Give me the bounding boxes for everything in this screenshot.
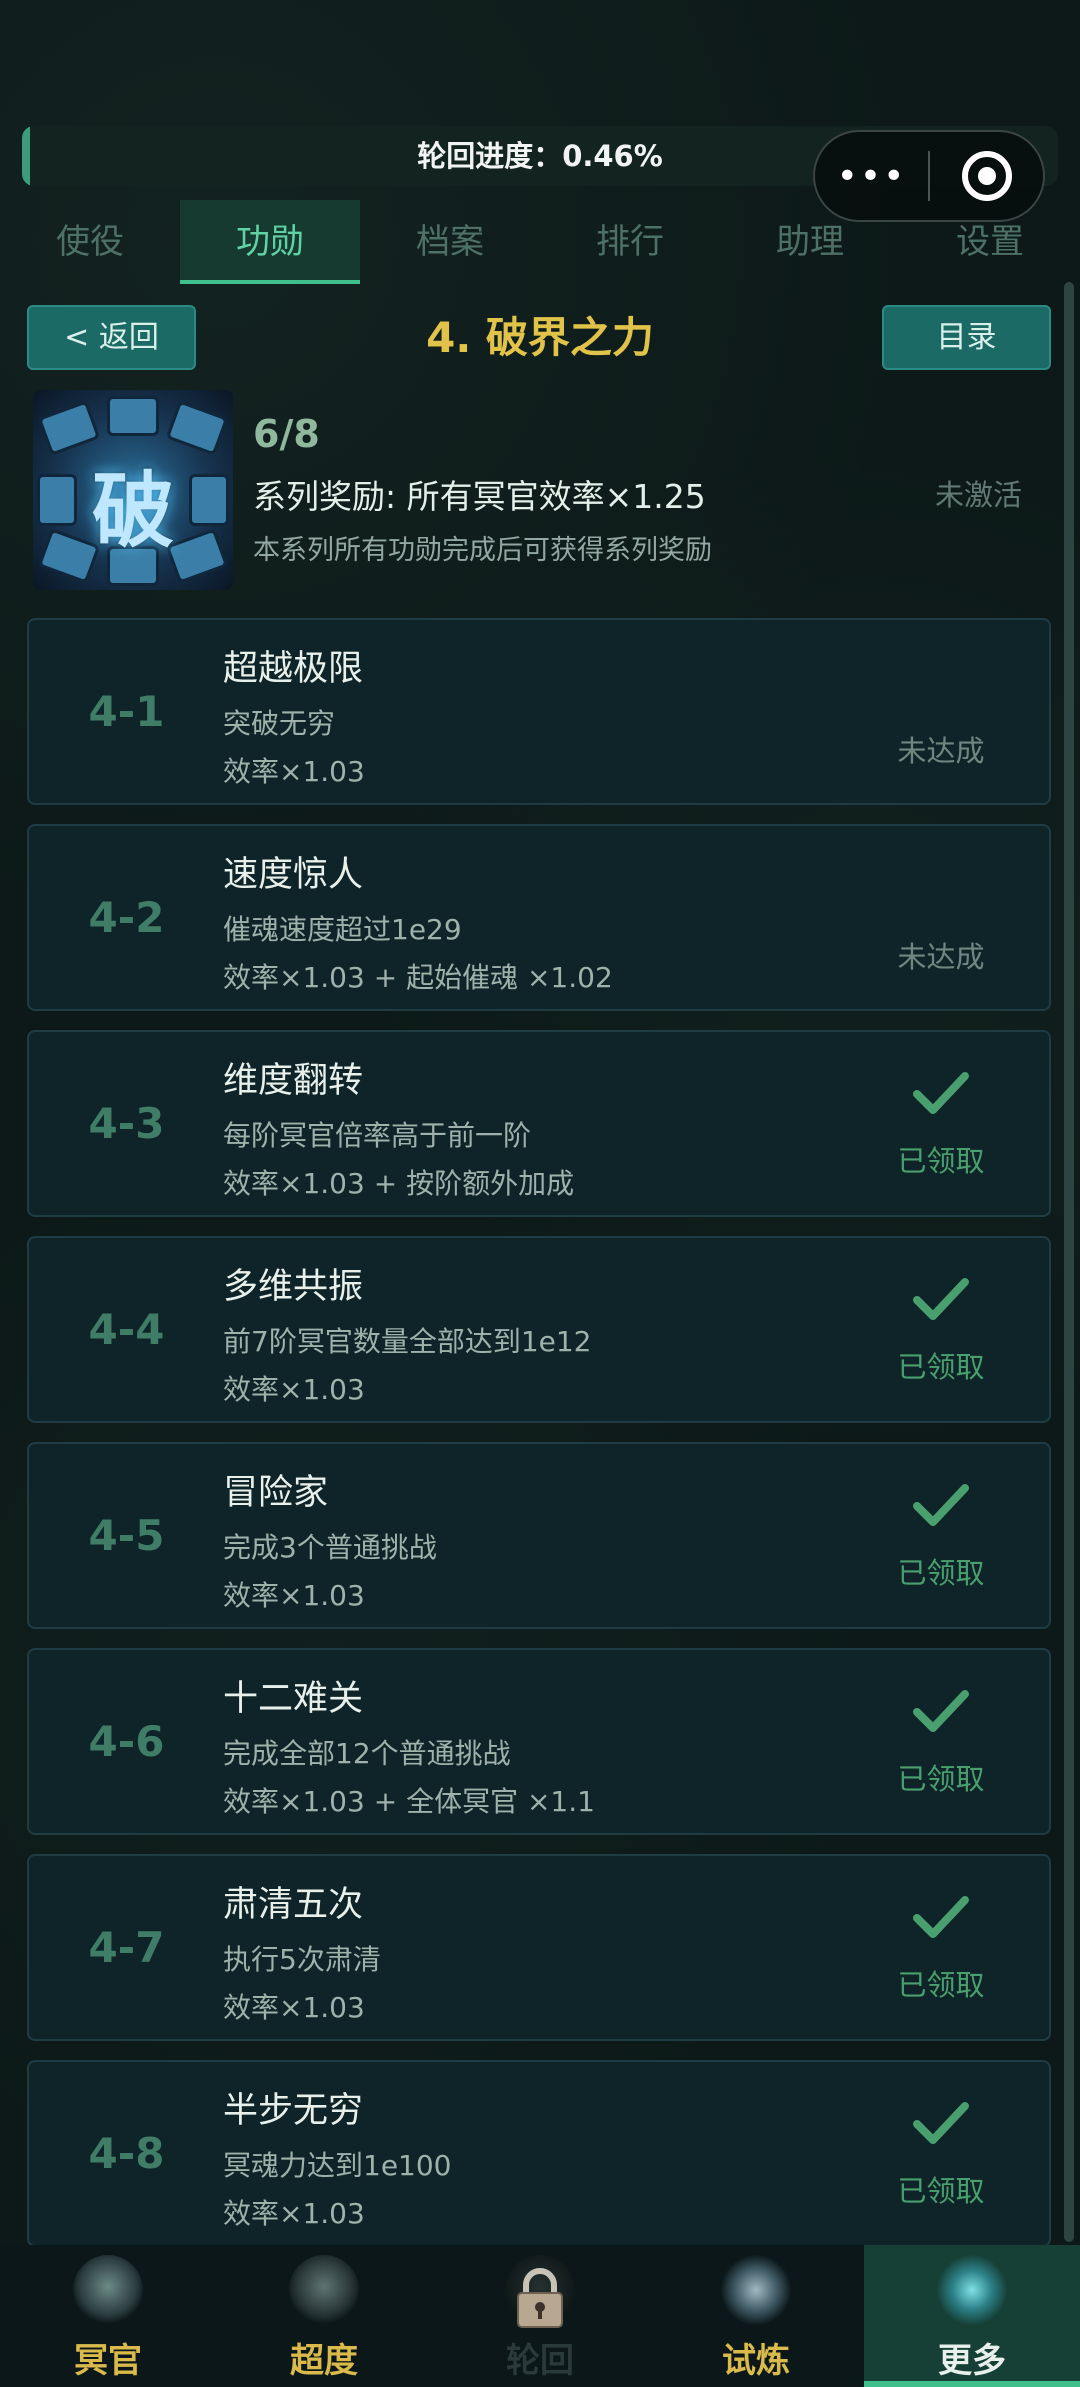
- achievement-reward: 效率×1.03: [223, 755, 365, 788]
- achievement-condition: 冥魂力达到1e100: [223, 2149, 452, 2182]
- achievement-reward: 效率×1.03: [223, 1579, 365, 1612]
- achievement-status: 已领取: [897, 1350, 985, 1384]
- achievement-number: 4-8: [88, 2129, 165, 2178]
- series-description: 本系列所有功勋完成后可获得系列奖励: [253, 535, 712, 566]
- achievement-number: 4-2: [88, 893, 165, 942]
- achievement-number: 4-5: [88, 1511, 165, 1560]
- nav-item-officers[interactable]: 冥官: [0, 2245, 216, 2387]
- achievement-card[interactable]: 4-7 肃清五次执行5次肃清 效率×1.03 已领取: [27, 1854, 1051, 2041]
- scrollbar-thumb[interactable]: [1064, 282, 1074, 2242]
- series-badge-glyph: 破: [91, 463, 174, 559]
- check-icon: [913, 1484, 969, 1526]
- series-badge-image: 破: [33, 390, 233, 590]
- pagoda-icon: [289, 2255, 359, 2325]
- check-icon: [913, 1690, 969, 1732]
- achievement-reward: 效率×1.03 + 起始催魂 ×1.02: [223, 961, 613, 994]
- nav-label-trial: 试炼: [722, 2341, 790, 2381]
- nav-label-reincarnation: 轮回: [506, 2341, 574, 2381]
- close-target-button[interactable]: [930, 151, 1043, 201]
- back-button[interactable]: < 返回: [27, 305, 196, 370]
- achievement-reward: 效率×1.03: [223, 1991, 365, 2024]
- check-icon: [913, 2102, 969, 2144]
- achievement-name: 维度翻转: [223, 1061, 364, 1101]
- more-dots-icon[interactable]: •••: [815, 156, 928, 197]
- achievement-status: 已领取: [897, 1762, 985, 1796]
- achievement-card[interactable]: 4-1 超越极限突破无穷效率×1.03 未达成: [27, 618, 1051, 805]
- achievement-name: 速度惊人: [223, 855, 364, 895]
- achievement-name: 多维共振: [223, 1267, 364, 1307]
- achievement-number: 4-4: [88, 1305, 165, 1354]
- achievement-status: 已领取: [897, 1556, 985, 1590]
- achievement-condition: 每阶冥官倍率高于前一阶: [223, 1119, 532, 1152]
- ghost-officer-icon: [73, 2255, 143, 2325]
- achievement-number: 4-1: [88, 687, 165, 736]
- nav-item-trial[interactable]: 试炼: [648, 2245, 864, 2387]
- tab-merits[interactable]: 功勋: [180, 200, 360, 284]
- achievement-reward: 效率×1.03: [223, 2197, 365, 2230]
- achievement-status: 已领取: [897, 1968, 985, 2002]
- achievement-status: 已领取: [897, 2174, 985, 2208]
- tab-servants[interactable]: 使役: [0, 200, 180, 284]
- tab-archive[interactable]: 档案: [360, 200, 540, 284]
- achievement-card[interactable]: 4-2 速度惊人催魂速度超过1e29 效率×1.03 + 起始催魂 ×1.02 未达成: [27, 824, 1051, 1011]
- achievement-status: 已领取: [897, 1144, 985, 1178]
- check-icon: [913, 1278, 969, 1320]
- achievement-card[interactable]: 4-4 多维共振前7阶冥官数量全部达到1e12 效率×1.03 已领取: [27, 1236, 1051, 1423]
- check-icon: [913, 1072, 969, 1114]
- page-title: 4. 破界之力: [426, 313, 654, 362]
- achievement-number: 4-7: [88, 1923, 165, 1972]
- tab-assistant[interactable]: 助理: [720, 200, 900, 284]
- achievement-card[interactable]: 4-6 十二难关完成全部12个普通挑战效率×1.03 + 全体冥官 ×1.1 已领取: [27, 1648, 1051, 1835]
- nav-label-more: 更多: [938, 2341, 1006, 2381]
- achievement-reward: 效率×1.03: [223, 1373, 365, 1406]
- achievement-number: 4-3: [88, 1099, 165, 1148]
- nav-label-salvation: 超度: [290, 2341, 358, 2381]
- achievement-card[interactable]: 4-8 半步无穷冥魂力达到1e100 效率×1.03 已领取: [27, 2060, 1051, 2247]
- achievement-card[interactable]: 4-3 维度翻转每阶冥官倍率高于前一阶效率×1.03 + 按阶额外加成 已领取: [27, 1030, 1051, 1217]
- target-icon: [961, 151, 1012, 201]
- catalog-button[interactable]: 目录: [882, 305, 1051, 370]
- series-reward: 系列奖励: 所有冥官效率×1.25: [253, 477, 706, 516]
- nav-label-officers: 冥官: [74, 2341, 142, 2381]
- nav-active-indicator: [864, 2381, 1080, 2387]
- achievement-reward: 效率×1.03 + 按阶额外加成: [223, 1167, 575, 1200]
- lock-icon: [517, 2268, 563, 2328]
- achievement-condition: 突破无穷: [223, 707, 336, 740]
- achievement-status: 未达成: [897, 734, 985, 768]
- achievement-name: 冒险家: [223, 1473, 329, 1513]
- flame-icon: [721, 2255, 791, 2325]
- achievement-condition: 催魂速度超过1e29: [223, 913, 462, 946]
- bottom-nav: 冥官 超度 轮回 试炼 更多: [0, 2245, 1080, 2387]
- check-icon: [913, 1896, 969, 1938]
- series-progress: 6/8: [253, 412, 320, 456]
- achievement-name: 超越极限: [223, 649, 364, 689]
- achievement-condition: 执行5次肃清: [223, 1943, 381, 1976]
- achievement-card[interactable]: 4-5 冒险家完成3个普通挑战 效率×1.03 已领取: [27, 1442, 1051, 1629]
- achievement-condition: 完成3个普通挑战: [223, 1531, 437, 1564]
- achievement-number: 4-6: [88, 1717, 165, 1766]
- nav-item-salvation[interactable]: 超度: [216, 2245, 432, 2387]
- achievement-name: 肃清五次: [223, 1885, 364, 1925]
- scrollbar[interactable]: [1064, 282, 1074, 2242]
- achievement-condition: 前7阶冥官数量全部达到1e12: [223, 1325, 592, 1358]
- nav-item-reincarnation[interactable]: 轮回: [432, 2245, 648, 2387]
- tab-settings[interactable]: 设置: [900, 200, 1080, 284]
- achievement-condition: 完成全部12个普通挑战: [223, 1737, 511, 1770]
- top-tabs: 使役 功勋 档案 排行 助理 设置: [0, 200, 1080, 284]
- nav-item-more[interactable]: 更多: [864, 2245, 1080, 2387]
- tab-ranking[interactable]: 排行: [540, 200, 720, 284]
- achievement-name: 十二难关: [223, 1679, 364, 1719]
- achievement-name: 半步无穷: [223, 2091, 364, 2131]
- series-status: 未激活: [935, 478, 1023, 512]
- spade-emblem-icon: [937, 2255, 1007, 2325]
- achievement-reward: 效率×1.03 + 全体冥官 ×1.1: [223, 1785, 595, 1818]
- achievement-status: 未达成: [897, 940, 985, 974]
